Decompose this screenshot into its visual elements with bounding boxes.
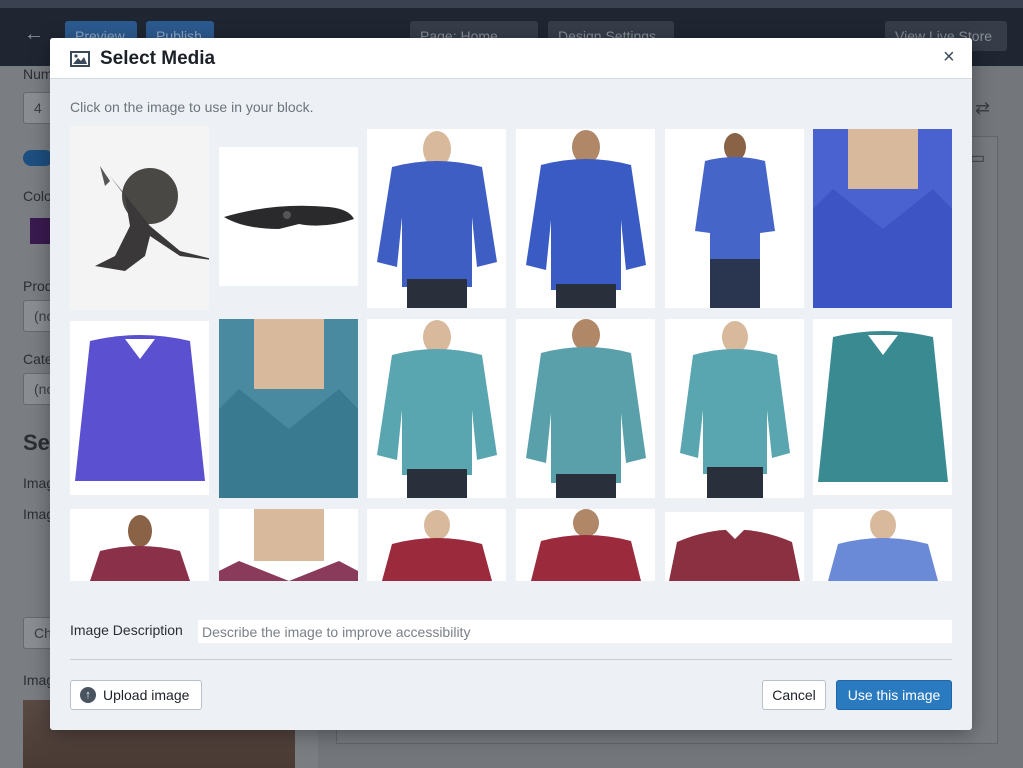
upload-arrow-icon: ↑ bbox=[80, 687, 96, 703]
refresh-icon[interactable]: ⇄ bbox=[975, 98, 990, 119]
modal-title: Select Media bbox=[100, 48, 216, 69]
image-description-label: Image Description bbox=[70, 622, 183, 638]
cancel-button[interactable]: Cancel bbox=[762, 680, 826, 710]
select-media-modal: Select Media × Click on the image to use… bbox=[50, 38, 972, 730]
media-tile-teal-shirt-back[interactable] bbox=[516, 319, 655, 498]
use-this-image-button[interactable]: Use this image bbox=[836, 680, 952, 710]
num-label: Num bbox=[23, 66, 53, 82]
image-icon bbox=[70, 51, 90, 67]
media-tile-red-shirt-front[interactable] bbox=[367, 509, 506, 581]
toggle-switch[interactable] bbox=[23, 150, 53, 166]
media-tile-lightblue-shirt-front[interactable] bbox=[813, 509, 952, 581]
media-tile-blue-collar-closeup[interactable] bbox=[813, 129, 952, 308]
color-label: Colo bbox=[23, 188, 52, 204]
media-tile-red-shirt-folded[interactable] bbox=[665, 512, 804, 581]
image-description-input[interactable] bbox=[198, 620, 952, 643]
media-tile-red-shirt-model[interactable] bbox=[70, 509, 209, 581]
media-tile-warrior-logo[interactable] bbox=[70, 126, 209, 310]
media-tile-red-collar-closeup[interactable] bbox=[219, 509, 358, 581]
media-tile-purple-shirt-folded[interactable] bbox=[70, 321, 209, 495]
media-tile-knife[interactable] bbox=[219, 147, 358, 286]
back-arrow-icon[interactable]: ← bbox=[24, 24, 44, 44]
editor-topbar-strip bbox=[0, 0, 1023, 8]
media-tile-teal-shirt-folded[interactable] bbox=[813, 319, 952, 495]
upload-image-label: Upload image bbox=[103, 687, 190, 703]
close-icon[interactable]: × bbox=[943, 47, 955, 67]
category-label: Cate bbox=[23, 351, 53, 367]
desktop-view-icon[interactable]: ▭ bbox=[970, 148, 985, 168]
media-tile-blue-shirt-back[interactable] bbox=[516, 129, 655, 308]
media-tile-teal-shirt-front-2[interactable] bbox=[665, 319, 804, 498]
section-heading: Se bbox=[23, 430, 50, 455]
media-tile-red-shirt-back[interactable] bbox=[516, 509, 655, 581]
media-tile-teal-shirt-front[interactable] bbox=[367, 319, 506, 498]
modal-header: Select Media × bbox=[50, 38, 972, 79]
footer-divider bbox=[70, 659, 952, 660]
upload-image-button[interactable]: ↑ Upload image bbox=[70, 680, 202, 710]
product-label: Prod bbox=[23, 278, 53, 294]
color-swatch[interactable] bbox=[30, 218, 52, 244]
media-grid bbox=[70, 126, 952, 581]
modal-instruction: Click on the image to use in your block. bbox=[70, 99, 314, 115]
media-tile-blue-shirt-front[interactable] bbox=[367, 129, 506, 308]
media-tile-teal-collar-closeup[interactable] bbox=[219, 319, 358, 498]
media-tile-blue-shirt-model[interactable] bbox=[665, 129, 804, 308]
